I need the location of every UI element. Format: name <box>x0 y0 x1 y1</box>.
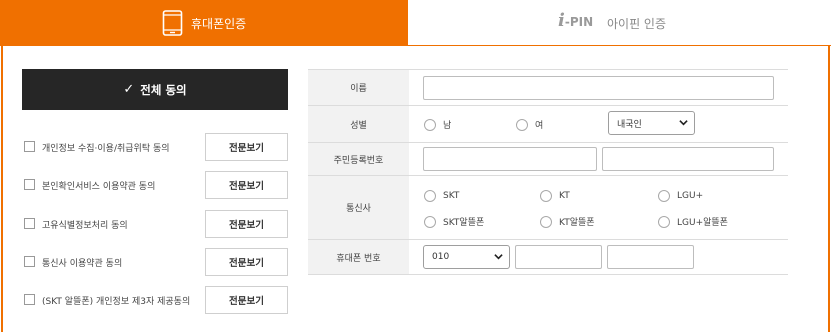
carrier-option-label: KT알뜰폰 <box>559 218 595 228</box>
term-label[interactable]: (SKT 알뜰폰) 개인정보 제3자 제공동의 <box>42 294 190 307</box>
tab-ipin-label: 아이핀 인증 <box>607 17 667 31</box>
term-row: 통신사 이용약관 동의 전문보기 <box>24 248 290 276</box>
radio-circle-icon <box>424 215 436 228</box>
term-row: 개인정보 수집·이용/취급위탁 동의 전문보기 <box>24 133 290 161</box>
carrier-option-label: SKT알뜰폰 <box>443 218 485 228</box>
name-input[interactable] <box>423 76 774 100</box>
gender-male-radio[interactable]: 남 <box>424 118 451 131</box>
chevron-down-icon <box>494 254 503 260</box>
carrier-skt-radio[interactable]: SKT <box>424 190 459 202</box>
term-row: (SKT 알뜰폰) 개인정보 제3자 제공동의 전문보기 <box>24 286 290 314</box>
phone-middle-input[interactable] <box>515 245 602 269</box>
radio-circle-icon <box>424 118 436 131</box>
radio-circle-icon <box>516 118 528 131</box>
ipin-logo: i-PIN <box>558 10 593 31</box>
ipin-logo-i: i <box>558 10 565 31</box>
agree-all-button[interactable]: ✓ 전체 동의 <box>22 69 288 110</box>
term-checkbox[interactable] <box>24 294 35 305</box>
tab-phone-label: 휴대폰인증 <box>191 17 247 31</box>
phone-number-label: 휴대폰 번호 <box>308 240 409 274</box>
term-checkbox[interactable] <box>24 141 35 152</box>
radio-circle-icon <box>658 190 670 202</box>
carrier-row: 통신사 SKT KT LGU+ SKT알뜰폰 KT알뜰폰 LGU+알뜰폰 <box>308 175 788 239</box>
carrier-kt-mvno-radio[interactable]: KT알뜰폰 <box>540 215 595 228</box>
tab-ipin-auth[interactable]: i-PIN 아이핀 인증 <box>408 0 831 46</box>
resident-number-back-input[interactable] <box>602 147 774 171</box>
carrier-label: 통신사 <box>308 176 409 239</box>
term-label[interactable]: 본인확인서비스 이용약관 동의 <box>42 179 155 192</box>
carrier-option-label: SKT <box>443 191 460 201</box>
phone-prefix-value: 010 <box>432 252 450 262</box>
phone-prefix-select[interactable]: 010 <box>423 245 510 269</box>
gender-female-radio[interactable]: 여 <box>516 118 543 131</box>
radio-circle-icon <box>424 190 436 202</box>
carrier-option-label: KT <box>559 191 570 201</box>
term-label[interactable]: 통신사 이용약관 동의 <box>42 256 122 269</box>
view-full-terms-button[interactable]: 전문보기 <box>205 171 288 199</box>
gender-female-label: 여 <box>535 121 544 131</box>
resident-number-row: 주민등록번호 <box>308 142 788 175</box>
name-label: 이름 <box>308 70 409 105</box>
term-checkbox[interactable] <box>24 179 35 190</box>
radio-circle-icon <box>540 215 552 228</box>
view-full-terms-button[interactable]: 전문보기 <box>205 133 288 161</box>
radio-circle-icon <box>540 190 552 202</box>
mobile-phone-icon <box>162 10 183 36</box>
resident-number-front-input[interactable] <box>423 147 597 171</box>
agree-all-label: 전체 동의 <box>140 82 187 97</box>
term-row: 고유식별정보처리 동의 전문보기 <box>24 210 290 238</box>
view-full-terms-button[interactable]: 전문보기 <box>205 210 288 238</box>
carrier-option-label: LGU+ <box>677 191 704 201</box>
phone-last-input[interactable] <box>607 245 694 269</box>
view-full-terms-button[interactable]: 전문보기 <box>205 286 288 314</box>
auth-tabs: 휴대폰인증 i-PIN 아이핀 인증 <box>0 0 831 46</box>
checkmark-icon: ✓ <box>123 82 135 97</box>
name-row: 이름 <box>308 69 788 105</box>
tab-phone-auth[interactable]: 휴대폰인증 <box>0 0 408 46</box>
term-checkbox[interactable] <box>24 256 35 267</box>
term-checkbox[interactable] <box>24 218 35 229</box>
carrier-lgu-radio[interactable]: LGU+ <box>658 190 703 202</box>
nationality-value: 내국인 <box>617 119 642 130</box>
nationality-select[interactable]: 내국인 <box>608 111 695 135</box>
ipin-logo-pin: -PIN <box>564 15 594 29</box>
carrier-option-label: LGU+알뜰폰 <box>677 218 728 228</box>
gender-row: 성별 남 여 내국인 <box>308 105 788 142</box>
term-label[interactable]: 고유식별정보처리 동의 <box>42 218 128 231</box>
carrier-kt-radio[interactable]: KT <box>540 190 570 202</box>
term-label[interactable]: 개인정보 수집·이용/취급위탁 동의 <box>42 141 170 154</box>
view-full-terms-button[interactable]: 전문보기 <box>205 248 288 276</box>
term-row: 본인확인서비스 이용약관 동의 전문보기 <box>24 171 290 199</box>
gender-male-label: 남 <box>443 121 452 131</box>
carrier-skt-mvno-radio[interactable]: SKT알뜰폰 <box>424 215 484 228</box>
gender-label: 성별 <box>308 106 409 142</box>
phone-number-row: 휴대폰 번호 010 <box>308 239 788 275</box>
resident-number-label: 주민등록번호 <box>308 143 409 175</box>
radio-circle-icon <box>658 215 670 228</box>
carrier-lgu-mvno-radio[interactable]: LGU+알뜰폰 <box>658 215 728 228</box>
chevron-down-icon <box>679 120 688 126</box>
